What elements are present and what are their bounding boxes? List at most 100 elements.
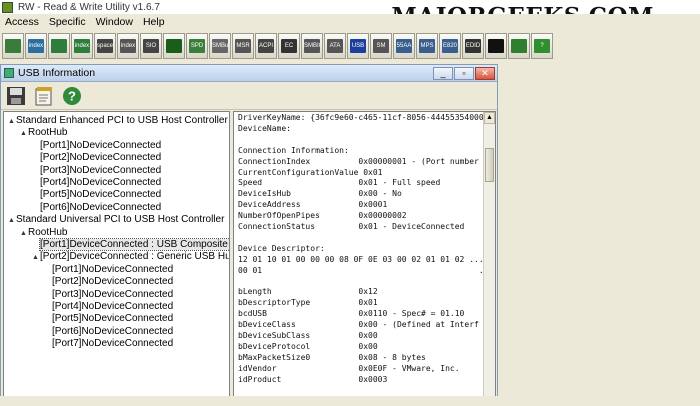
tree-item[interactable]: [Port1]NoDeviceConnected: [44, 264, 173, 276]
restore-button[interactable]: ▫: [454, 67, 474, 80]
oscilloscope-button[interactable]: [163, 33, 185, 59]
minimize-button[interactable]: _: [433, 67, 453, 80]
memory-button[interactable]: [48, 33, 70, 59]
tree-item-label: Standard Universal PCI to USB Host Contr…: [16, 214, 225, 226]
tree-item[interactable]: [Port6]NoDeviceConnected: [44, 326, 173, 338]
ec-icon: EC: [281, 39, 297, 53]
usb-icon: USB: [350, 39, 366, 53]
report-icon: [35, 86, 52, 105]
menu-window[interactable]: Window: [91, 16, 138, 28]
sio-button[interactable]: SIO: [140, 33, 162, 59]
report-button[interactable]: [32, 84, 56, 108]
details-scrollbar[interactable]: ▲: [483, 112, 495, 404]
details-line: idVendor 0x0E0F - VMware, Inc.: [238, 363, 460, 373]
details-line: CurrentConfigurationValue 0x01: [238, 167, 383, 177]
details-line: [238, 233, 486, 244]
index-button[interactable]: index: [25, 33, 47, 59]
tree-item[interactable]: [Port6]NoDeviceConnected: [32, 202, 161, 214]
acpi-button[interactable]: ACPI: [255, 33, 277, 59]
tree-item-label: [Port2]NoDeviceConnected: [52, 276, 174, 288]
io-index-button[interactable]: index: [117, 33, 139, 59]
tree-item[interactable]: [Port2]NoDeviceConnected: [32, 152, 161, 164]
index-memory-button[interactable]: index: [71, 33, 93, 59]
collapse-toggle-icon[interactable]: ▲: [20, 128, 28, 140]
save-button[interactable]: [4, 84, 28, 108]
dmi-icon: SMBIOS: [304, 39, 320, 53]
spd-button[interactable]: SPD: [186, 33, 208, 59]
tree-item[interactable]: [Port1]NoDeviceConnected: [32, 140, 161, 152]
details-line: bDeviceClass 0x00 - (Defined at Interf: [238, 320, 479, 330]
tree-item[interactable]: [Port5]NoDeviceConnected: [44, 313, 173, 325]
io-space-button[interactable]: space: [94, 33, 116, 59]
e820-button[interactable]: E820: [439, 33, 461, 59]
battery-button[interactable]: [508, 33, 530, 59]
cmd-button[interactable]: [485, 33, 507, 59]
usb-button[interactable]: USB: [347, 33, 369, 59]
menu-specific[interactable]: Specific: [44, 16, 91, 28]
tree-item-label: [Port1]DeviceConnected : USB Composite D: [39, 238, 229, 251]
tree-item-label: [Port6]NoDeviceConnected: [40, 201, 162, 213]
close-button[interactable]: ✕: [475, 67, 495, 80]
tree-item[interactable]: [Port3]NoDeviceConnected: [32, 165, 161, 177]
mps-button[interactable]: MPS: [416, 33, 438, 59]
tree-item[interactable]: [Port7]NoDeviceConnected: [44, 338, 173, 350]
tree-item[interactable]: [Port1]DeviceConnected : USB Composite D: [32, 238, 229, 251]
e820-icon: E820: [442, 39, 458, 53]
scroll-up-arrow[interactable]: ▲: [484, 112, 495, 124]
msr-button[interactable]: MSR: [232, 33, 254, 59]
details-line: DeviceName:: [238, 123, 291, 133]
pci-button[interactable]: [2, 33, 24, 59]
collapse-toggle-icon[interactable]: ▲: [20, 228, 28, 240]
tree-item[interactable]: [Port3]NoDeviceConnected: [44, 289, 173, 301]
tree-item[interactable]: ▲RootHub: [20, 127, 67, 139]
menu-help[interactable]: Help: [138, 16, 170, 28]
ata-button[interactable]: ATA: [324, 33, 346, 59]
details-line: bDeviceSubClass 0x00: [238, 331, 378, 341]
index-memory-icon: index: [74, 39, 90, 53]
tree-item[interactable]: ▲Standard Enhanced PCI to USB Host Contr…: [8, 115, 228, 127]
ec-button[interactable]: EC: [278, 33, 300, 59]
tree-item-label: [Port3]NoDeviceConnected: [40, 164, 162, 176]
spd-icon: SPD: [189, 39, 205, 53]
ata-icon: ATA: [327, 39, 343, 53]
tree-item[interactable]: [Port4]NoDeviceConnected: [32, 177, 161, 189]
tree-item-label: [Port1]NoDeviceConnected: [52, 263, 174, 275]
tree-item[interactable]: [Port2]NoDeviceConnected: [44, 276, 173, 288]
dmi-button[interactable]: SMBIOS: [301, 33, 323, 59]
tree-item[interactable]: ▲Standard Universal PCI to USB Host Cont…: [8, 214, 224, 226]
sm-bios-button[interactable]: SM BIOS: [370, 33, 392, 59]
collapse-toggle-icon[interactable]: ▲: [8, 215, 16, 227]
battery-icon: [511, 39, 527, 53]
tree-item[interactable]: [Port4]NoDeviceConnected: [44, 301, 173, 313]
msr-icon: MSR: [235, 39, 251, 53]
details-line: Connection Information:: [238, 145, 349, 155]
tree-item[interactable]: ▲RootHub: [20, 227, 67, 239]
tree-item-label: [Port5]NoDeviceConnected: [52, 313, 174, 325]
smbus-icon: SMBus: [212, 39, 228, 53]
menu-access[interactable]: Access: [0, 16, 44, 28]
usb-information-window: USB Information _ ▫ ✕ ? ▲Standard Enhanc…: [0, 64, 498, 406]
collapse-toggle-icon[interactable]: ▲: [32, 252, 40, 264]
smbus-button[interactable]: SMBus: [209, 33, 231, 59]
details-line: bLength 0x12: [238, 287, 378, 297]
details-line: DeviceAddress 0x0001: [238, 200, 388, 210]
usb-details-pane[interactable]: DriverKeyName: {36fc9e60-c465-11cf-8056-…: [233, 111, 496, 405]
usb-tree[interactable]: ▲Standard Enhanced PCI to USB Host Contr…: [3, 111, 230, 405]
details-line: [238, 135, 486, 146]
55aa-button[interactable]: 55AA: [393, 33, 415, 59]
child-help-button[interactable]: ?: [60, 84, 84, 108]
usb-details-text: DriverKeyName: {36fc9e60-c465-11cf-8056-…: [238, 113, 486, 386]
help-button[interactable]: ?: [531, 33, 553, 59]
edid-button[interactable]: EDID: [462, 33, 484, 59]
index-icon: index: [28, 39, 44, 53]
details-line: idProduct 0x0003: [238, 374, 388, 384]
details-line: NumberOfOpenPipes 0x00000002: [238, 211, 407, 221]
usb-window-icon: [4, 68, 14, 78]
tree-item[interactable]: [Port5]NoDeviceConnected: [32, 189, 161, 201]
tree-item[interactable]: ▲[Port2]DeviceConnected : Generic USB Hu…: [32, 251, 229, 264]
tree-item-label: [Port1]NoDeviceConnected: [40, 139, 162, 151]
collapse-toggle-icon[interactable]: ▲: [8, 116, 16, 128]
menu-bar: Access Specific Window Help: [0, 14, 700, 29]
details-line: ConnectionIndex 0x00000001 - (Port numbe…: [238, 156, 479, 166]
scroll-thumb[interactable]: [485, 148, 494, 182]
